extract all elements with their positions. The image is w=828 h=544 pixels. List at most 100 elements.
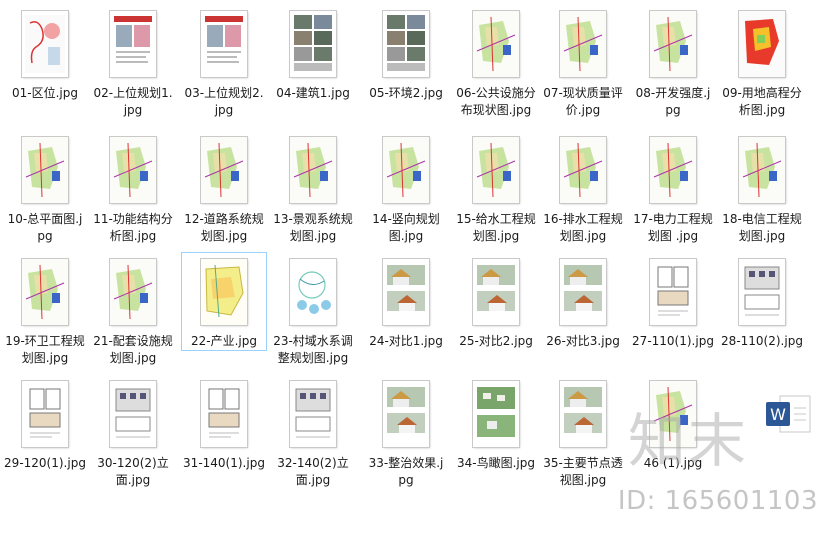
file-item[interactable]: 25-对比2.jpg xyxy=(453,252,539,351)
file-item[interactable]: 31-140(1).jpg xyxy=(181,374,267,473)
file-item[interactable]: 15-给水工程规划图.jpg xyxy=(453,130,539,246)
file-item[interactable]: 06-公共设施分布现状图.jpg xyxy=(453,4,539,120)
thumbnail-frame xyxy=(541,253,625,331)
file-item[interactable]: 10-总平面图.jpg xyxy=(2,130,88,246)
image-thumbnail xyxy=(473,259,519,325)
file-item[interactable]: 03-上位规划2.jpg xyxy=(181,4,267,120)
file-name: 28-110(2).jpg xyxy=(721,334,803,348)
file-item[interactable]: 13-景观系统规划图.jpg xyxy=(270,130,356,246)
file-name: 08-开发强度.jpg xyxy=(635,86,711,117)
file-item[interactable]: 08-开发强度.jpg xyxy=(630,4,716,120)
file-item[interactable]: 12-道路系统规划图.jpg xyxy=(181,130,267,246)
thumbnail-frame xyxy=(454,5,538,83)
file-name: 09-用地高程分析图.jpg xyxy=(722,86,802,117)
file-name: 16-排水工程规划图.jpg xyxy=(543,212,623,243)
file-item[interactable]: 01-区位.jpg xyxy=(2,4,88,103)
file-item[interactable]: 35-主要节点透视图.jpg xyxy=(540,374,626,490)
file-item[interactable]: 33-整治效果.jpg xyxy=(363,374,449,490)
file-item[interactable]: 30-120(2)立面.jpg xyxy=(90,374,176,490)
thumbnail-frame xyxy=(91,131,175,209)
file-item[interactable]: 34-鸟瞰图.jpg xyxy=(453,374,539,473)
file-item[interactable]: 22-产业.jpg xyxy=(181,252,267,351)
thumbnail-frame xyxy=(182,5,266,83)
file-name: 11-功能结构分析图.jpg xyxy=(93,212,173,243)
thumbnail-frame xyxy=(720,5,804,83)
file-name: 07-现状质量评价.jpg xyxy=(543,86,623,117)
thumbnail-frame xyxy=(720,253,804,331)
file-item[interactable]: 27-110(1).jpg xyxy=(630,252,716,351)
thumbnail-frame xyxy=(271,253,355,331)
file-name: 30-120(2)立面.jpg xyxy=(97,456,169,487)
thumbnail-frame xyxy=(631,131,715,209)
thumbnail-frame xyxy=(631,5,715,83)
file-name: 03-上位规划2.jpg xyxy=(184,86,264,117)
file-item[interactable]: 05-环境2.jpg xyxy=(363,4,449,103)
file-item[interactable]: 23-村域水系调整规划图.jpg xyxy=(270,252,356,368)
image-thumbnail xyxy=(290,381,336,447)
image-thumbnail xyxy=(650,259,696,325)
file-item[interactable]: 11-功能结构分析图.jpg xyxy=(90,130,176,246)
image-thumbnail xyxy=(739,137,785,203)
file-item[interactable]: 04-建筑1.jpg xyxy=(270,4,356,103)
image-thumbnail xyxy=(22,11,68,77)
file-name: 10-总平面图.jpg xyxy=(7,212,83,243)
file-item[interactable]: 24-对比1.jpg xyxy=(363,252,449,351)
image-thumbnail xyxy=(383,11,429,77)
file-name: 18-电信工程规划图.jpg xyxy=(722,212,802,243)
image-thumbnail xyxy=(110,11,156,77)
image-thumbnail xyxy=(383,137,429,203)
file-name: 06-公共设施分布现状图.jpg xyxy=(456,86,536,117)
thumbnail-frame xyxy=(91,253,175,331)
image-thumbnail xyxy=(739,259,785,325)
image-thumbnail xyxy=(201,11,247,77)
thumbnail-frame xyxy=(3,5,87,83)
thumbnail-frame xyxy=(182,131,266,209)
file-name: 27-110(1).jpg xyxy=(632,334,714,348)
file-item[interactable]: 16-排水工程规划图.jpg xyxy=(540,130,626,246)
file-name: 22-产业.jpg xyxy=(191,334,257,348)
thumbnail-frame xyxy=(91,5,175,83)
file-name: 34-鸟瞰图.jpg xyxy=(457,456,535,470)
image-thumbnail xyxy=(110,381,156,447)
image-thumbnail xyxy=(560,259,606,325)
file-name: 24-对比1.jpg xyxy=(369,334,443,348)
file-item[interactable]: 17-电力工程规划图 .jpg xyxy=(630,130,716,246)
file-item[interactable]: 21-配套设施规划图.jpg xyxy=(90,252,176,368)
image-thumbnail xyxy=(110,259,156,325)
file-item[interactable]: 26-对比3.jpg xyxy=(540,252,626,351)
file-item[interactable]: 28-110(2).jpg xyxy=(719,252,805,351)
file-name: 31-140(1).jpg xyxy=(183,456,265,470)
file-item[interactable]: 02-上位规划1.jpg xyxy=(90,4,176,120)
thumbnail-frame xyxy=(271,5,355,83)
thumbnail-frame xyxy=(364,375,448,453)
file-item[interactable]: 29-120(1).jpg xyxy=(2,374,88,473)
image-thumbnail xyxy=(201,381,247,447)
file-item[interactable]: 18-电信工程规划图.jpg xyxy=(719,130,805,246)
thumbnail-frame xyxy=(182,253,266,331)
file-name: 05-环境2.jpg xyxy=(369,86,443,100)
file-item[interactable]: 07-现状质量评价.jpg xyxy=(540,4,626,120)
image-thumbnail xyxy=(22,137,68,203)
image-thumbnail xyxy=(22,259,68,325)
file-item[interactable]: 09-用地高程分析图.jpg xyxy=(719,4,805,120)
file-name: 21-配套设施规划图.jpg xyxy=(93,334,173,365)
image-thumbnail xyxy=(650,381,696,447)
file-item[interactable]: 19-环卫工程规划图.jpg xyxy=(2,252,88,368)
thumbnail-frame xyxy=(454,375,538,453)
image-thumbnail xyxy=(473,137,519,203)
file-item[interactable]: 32-140(2)立面.jpg xyxy=(270,374,356,490)
image-thumbnail xyxy=(290,11,336,77)
file-name: 19-环卫工程规划图.jpg xyxy=(5,334,85,365)
image-thumbnail xyxy=(650,11,696,77)
thumbnail-frame xyxy=(182,375,266,453)
file-item[interactable]: 14-竖向规划图.jpg xyxy=(363,130,449,246)
image-thumbnail xyxy=(290,259,336,325)
thumbnail-frame xyxy=(541,375,625,453)
file-item[interactable]: 46 (1).jpg xyxy=(630,374,716,473)
image-thumbnail xyxy=(383,259,429,325)
file-name: 46 (1).jpg xyxy=(643,456,703,470)
thumbnail-frame xyxy=(541,5,625,83)
file-name: 15-给水工程规划图.jpg xyxy=(456,212,536,243)
image-thumbnail xyxy=(650,137,696,203)
thumbnail-frame xyxy=(364,5,448,83)
